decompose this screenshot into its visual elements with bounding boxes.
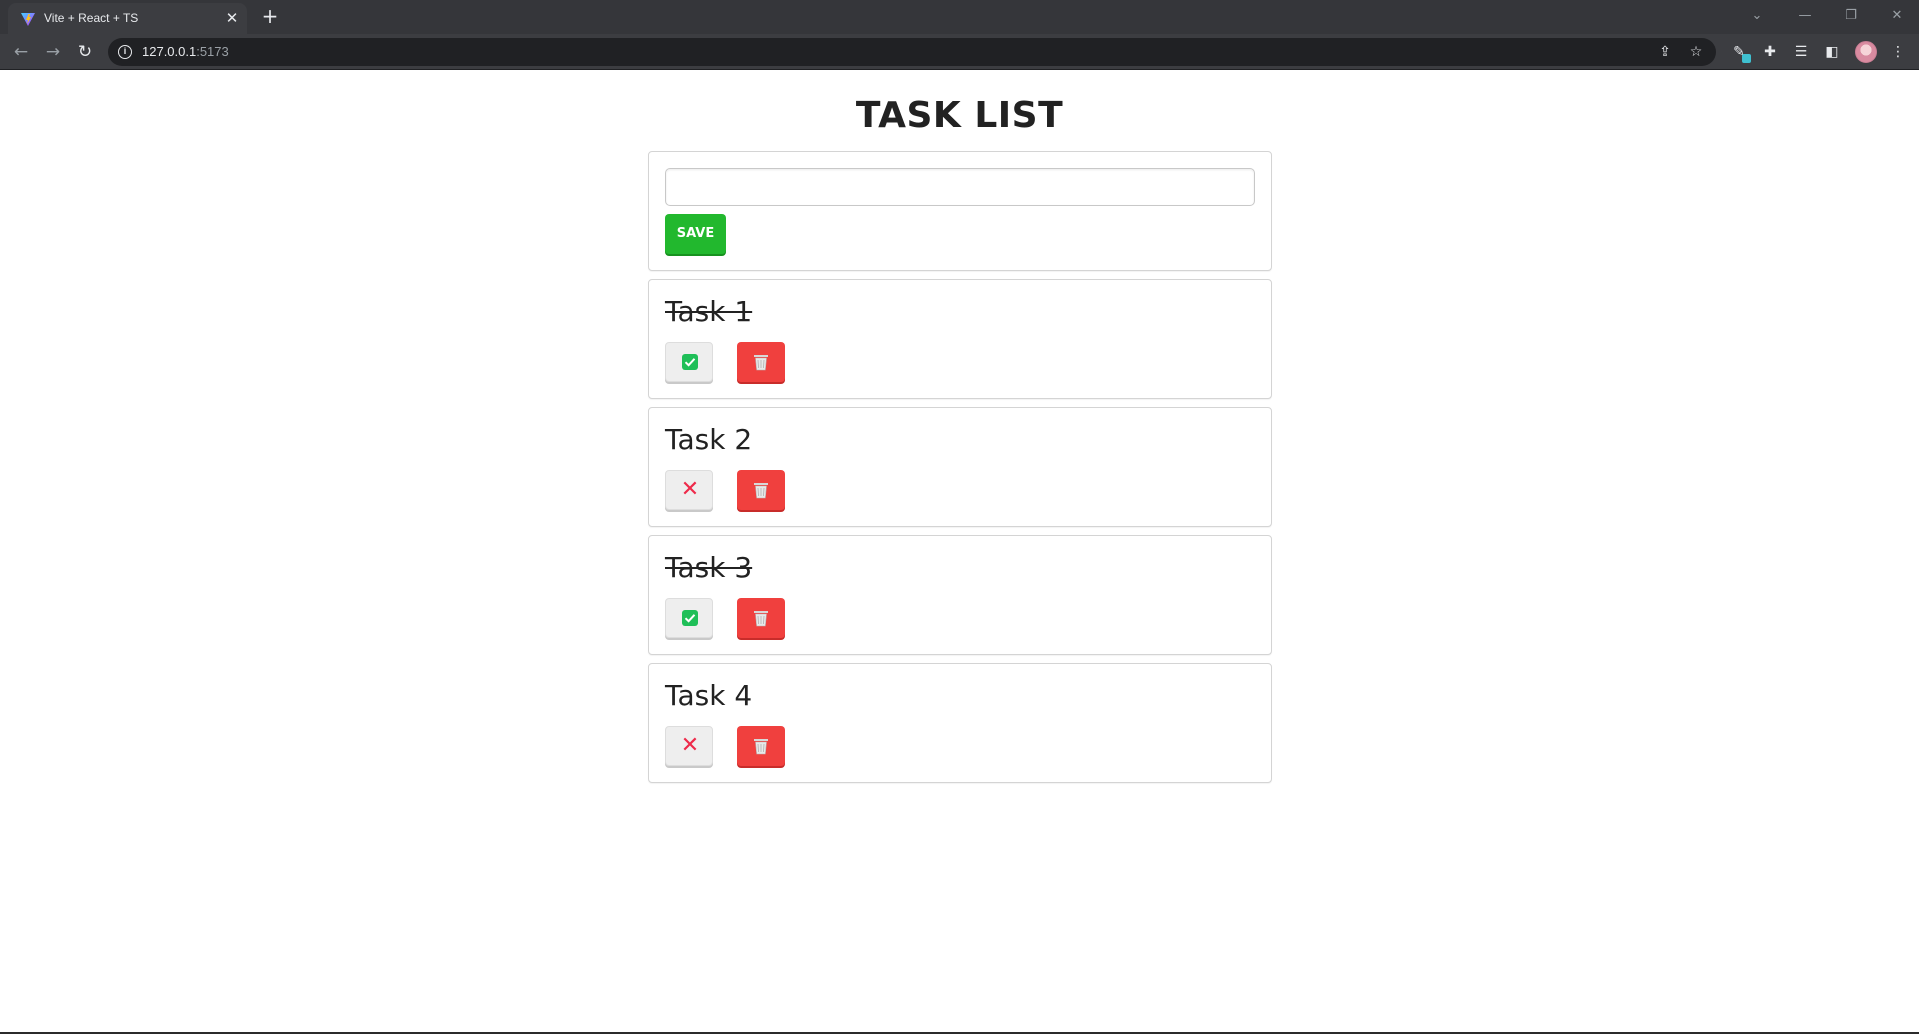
restore-icon[interactable]: ❐ [1836,4,1866,28]
trash-icon [754,355,768,371]
delete-button[interactable] [737,726,785,766]
trash-icon [754,739,768,755]
trash-icon [754,483,768,499]
task-text: Task 2 [665,423,753,456]
side-panel-icon[interactable]: ◧ [1821,41,1843,63]
address-bar[interactable]: i 127.0.0.1:5173 ⇪ ☆ [108,38,1716,66]
share-icon[interactable]: ⇪ [1655,42,1675,62]
forward-icon[interactable]: → [41,40,65,64]
extensions-puzzle-icon[interactable]: ✚ [1759,41,1781,63]
url-text[interactable]: 127.0.0.1:5173 [142,44,229,59]
task-input[interactable] [665,168,1255,206]
back-icon[interactable]: ← [9,40,33,64]
task-text: Task 1 [665,295,753,328]
save-button[interactable]: SAVE [665,214,726,254]
toggle-complete-button[interactable]: ✕ [665,470,713,510]
profile-avatar[interactable] [1855,41,1877,63]
toggle-complete-button[interactable] [665,598,713,638]
menu-kebab-icon[interactable]: ⋮ [1887,41,1909,63]
close-window-icon[interactable]: ✕ [1882,4,1912,28]
task-text: Task 4 [665,679,753,712]
task-card: Task 4 ✕ [648,663,1272,783]
new-tab-button[interactable]: + [258,5,282,29]
toggle-complete-button[interactable] [665,342,713,382]
new-task-card: SAVE [648,151,1272,271]
task-text: Task 3 [665,551,753,584]
browser-tab[interactable]: Vite + React + TS ✕ [8,3,247,34]
tab-close-icon[interactable]: ✕ [222,8,242,28]
check-icon [682,354,698,370]
browser-toolbar: ← → ↻ i 127.0.0.1:5173 ⇪ ☆ ✎ ✚ ☰ ◧ ⋮ [0,34,1919,70]
vite-logo-icon [21,13,35,26]
bookmark-star-icon[interactable]: ☆ [1686,42,1706,62]
extension-badge [1742,54,1751,63]
check-icon [682,610,698,626]
tab-title: Vite + React + TS [44,11,139,25]
task-card: Task 2 ✕ [648,407,1272,527]
toggle-complete-button[interactable]: ✕ [665,726,713,766]
task-card: Task 1 [648,279,1272,399]
reload-icon[interactable]: ↻ [73,40,97,64]
minimize-icon[interactable]: — [1790,4,1820,28]
trash-icon [754,611,768,627]
task-card: Task 3 [648,535,1272,655]
tab-search-icon[interactable]: ⌄ [1742,4,1772,28]
cross-icon: ✕ [680,733,700,758]
site-info-icon[interactable]: i [118,45,132,59]
delete-button[interactable] [737,598,785,638]
delete-button[interactable] [737,342,785,382]
cross-icon: ✕ [680,477,700,502]
url-port: :5173 [196,44,229,59]
browser-tab-bar: Vite + React + TS ✕ + ⌄ — ❐ ✕ [0,0,1919,34]
page-title: TASK LIST [855,95,1064,136]
reading-list-icon[interactable]: ☰ [1790,41,1812,63]
delete-button[interactable] [737,470,785,510]
url-host: 127.0.0.1 [142,44,197,59]
page-content: TASK LIST SAVE Task 1 Task 2 ✕ Task 3 Ta… [0,71,1919,1033]
